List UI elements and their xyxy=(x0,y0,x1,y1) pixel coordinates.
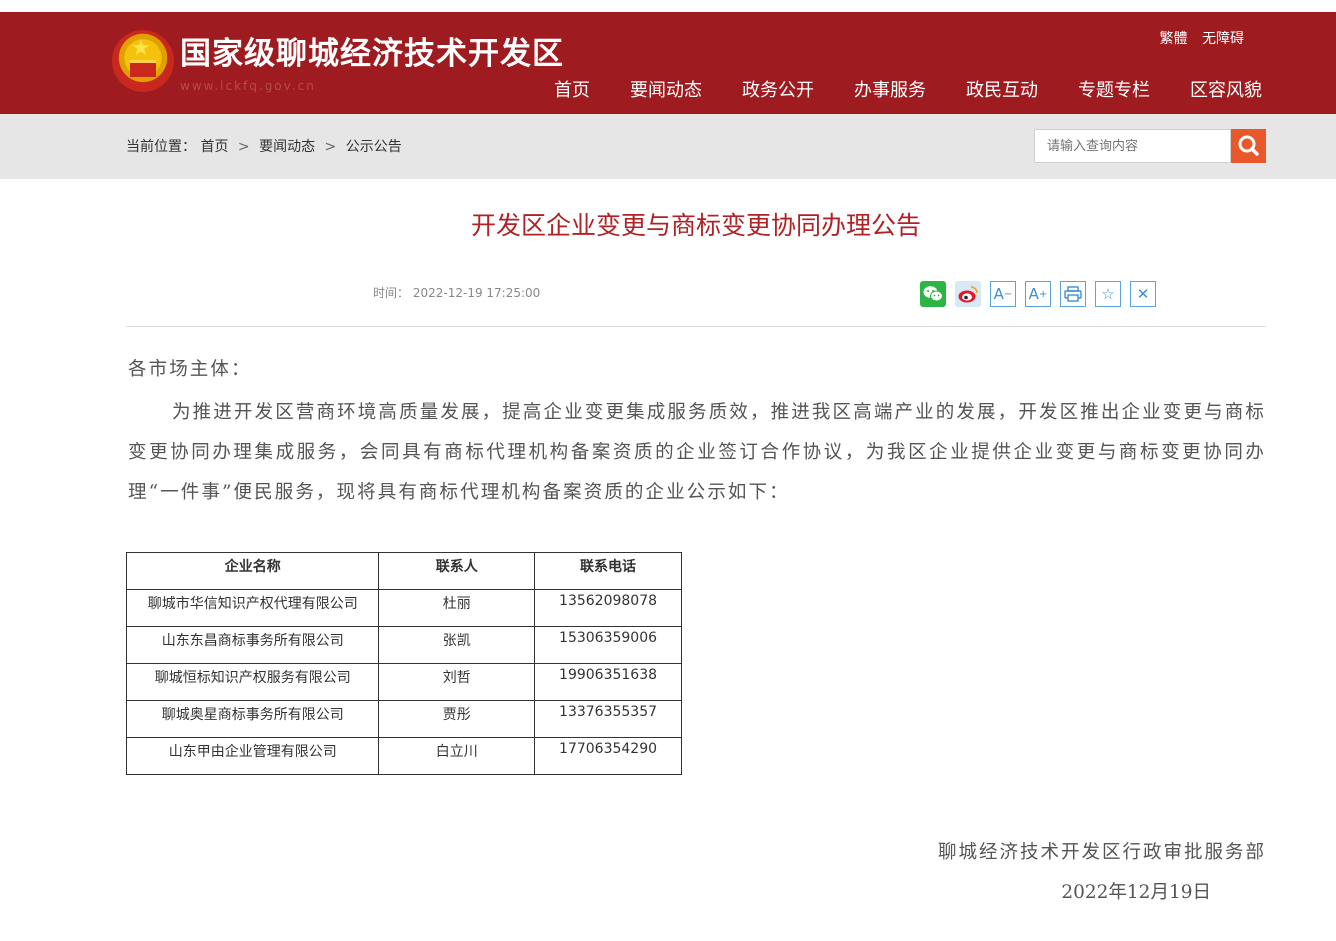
traditional-chinese-link[interactable]: 繁體 xyxy=(1160,31,1188,47)
breadcrumb-news[interactable]: 要闻动态 xyxy=(259,139,315,155)
publish-time: 2022-12-19 17:25:00 xyxy=(412,286,541,300)
contact-cell: 杜丽 xyxy=(378,589,536,627)
breadcrumb-announcements[interactable]: 公示公告 xyxy=(346,139,402,155)
print-icon[interactable] xyxy=(1060,281,1086,307)
company-name-cell: 山东东昌商标事务所有限公司 xyxy=(125,626,380,664)
signature-date: 2022年12月19日 xyxy=(1061,882,1211,903)
header-phone: 联系电话 xyxy=(534,552,682,590)
contact-cell: 贾彤 xyxy=(378,700,536,738)
close-icon[interactable]: ✕ xyxy=(1130,281,1156,307)
company-name-cell: 聊城恒标知识产权服务有限公司 xyxy=(125,663,380,701)
site-title[interactable]: 国家级聊城经济技术开发区 xyxy=(180,34,564,74)
phone-cell: 13562098078 xyxy=(534,589,682,627)
weibo-icon[interactable] xyxy=(955,281,981,307)
share-toolbar: A − A + ☆ ✕ xyxy=(920,281,1165,307)
contact-cell: 刘哲 xyxy=(378,663,536,701)
nav-government-affairs[interactable]: 政务公开 xyxy=(742,78,814,104)
contact-cell: 白立川 xyxy=(378,737,536,775)
time-label: 时间： xyxy=(373,286,410,300)
table-row: 聊城奥星商标事务所有限公司 贾彤 13376355357 xyxy=(125,700,682,738)
site-url: www.lckfq.gov.cn xyxy=(180,79,316,93)
search-button[interactable] xyxy=(1231,129,1266,163)
signature-department: 聊城经济技术开发区行政审批服务部 xyxy=(937,842,1266,863)
nav-interaction[interactable]: 政民互动 xyxy=(966,78,1038,104)
font-decrease-icon[interactable]: A − xyxy=(990,281,1016,307)
breadcrumb-separator: > xyxy=(237,139,250,155)
phone-cell: 13376355357 xyxy=(534,700,682,738)
article-title: 开发区企业变更与商标变更协同办理公告 xyxy=(470,211,921,240)
phone-cell: 15306359006 xyxy=(534,626,682,664)
table-header-row: 企业名称 联系人 联系电话 xyxy=(125,552,682,590)
top-links: 繁體 无障碍 xyxy=(1150,28,1244,48)
table-row: 聊城恒标知识产权服务有限公司 刘哲 19906351638 xyxy=(125,663,682,701)
nav-home[interactable]: 首页 xyxy=(554,78,590,104)
national-emblem-icon[interactable]: ★ xyxy=(112,30,174,92)
salutation: 各市场主体： xyxy=(128,359,252,380)
breadcrumb-label: 当前位置： xyxy=(126,139,196,155)
article-meta: 时间： 2022-12-19 17:25:00 xyxy=(373,284,540,301)
search-icon xyxy=(1238,135,1259,156)
company-table: 企业名称 联系人 联系电话 聊城市华信知识产权代理有限公司 杜丽 1356209… xyxy=(125,552,682,775)
table-row: 聊城市华信知识产权代理有限公司 杜丽 13562098078 xyxy=(125,589,682,627)
breadcrumb-home[interactable]: 首页 xyxy=(200,139,228,155)
table-row: 山东甲由企业管理有限公司 白立川 17706354290 xyxy=(125,737,682,775)
divider xyxy=(126,326,1266,327)
nav-services[interactable]: 办事服务 xyxy=(854,78,926,104)
phone-cell: 17706354290 xyxy=(534,737,682,775)
company-name-cell: 聊城市华信知识产权代理有限公司 xyxy=(125,589,380,627)
table-row: 山东东昌商标事务所有限公司 张凯 15306359006 xyxy=(125,626,682,664)
wechat-icon[interactable] xyxy=(920,281,946,307)
article-paragraph: 为推进开发区营商环境高质量发展，提高企业变更集成服务质效，推进我区高端产业的发展… xyxy=(128,402,1266,503)
company-name-cell: 山东甲由企业管理有限公司 xyxy=(125,737,380,775)
main-nav: 首页 要闻动态 政务公开 办事服务 政民互动 专题专栏 区容风貌 xyxy=(514,78,1262,104)
breadcrumb: 当前位置： 首页 > 要闻动态 > 公示公告 xyxy=(126,137,402,157)
contact-cell: 张凯 xyxy=(378,626,536,664)
header-company-name: 企业名称 xyxy=(125,552,380,590)
font-increase-icon[interactable]: A + xyxy=(1025,281,1051,307)
accessibility-link[interactable]: 无障碍 xyxy=(1202,31,1244,47)
header-contact: 联系人 xyxy=(378,552,536,590)
nav-topics[interactable]: 专题专栏 xyxy=(1078,78,1150,104)
breadcrumb-separator: > xyxy=(324,139,337,155)
favorite-icon[interactable]: ☆ xyxy=(1095,281,1121,307)
nav-scenery[interactable]: 区容风貌 xyxy=(1190,78,1262,104)
nav-news[interactable]: 要闻动态 xyxy=(630,78,702,104)
search-input[interactable] xyxy=(1034,129,1231,163)
company-name-cell: 聊城奥星商标事务所有限公司 xyxy=(125,700,380,738)
phone-cell: 19906351638 xyxy=(534,663,682,701)
